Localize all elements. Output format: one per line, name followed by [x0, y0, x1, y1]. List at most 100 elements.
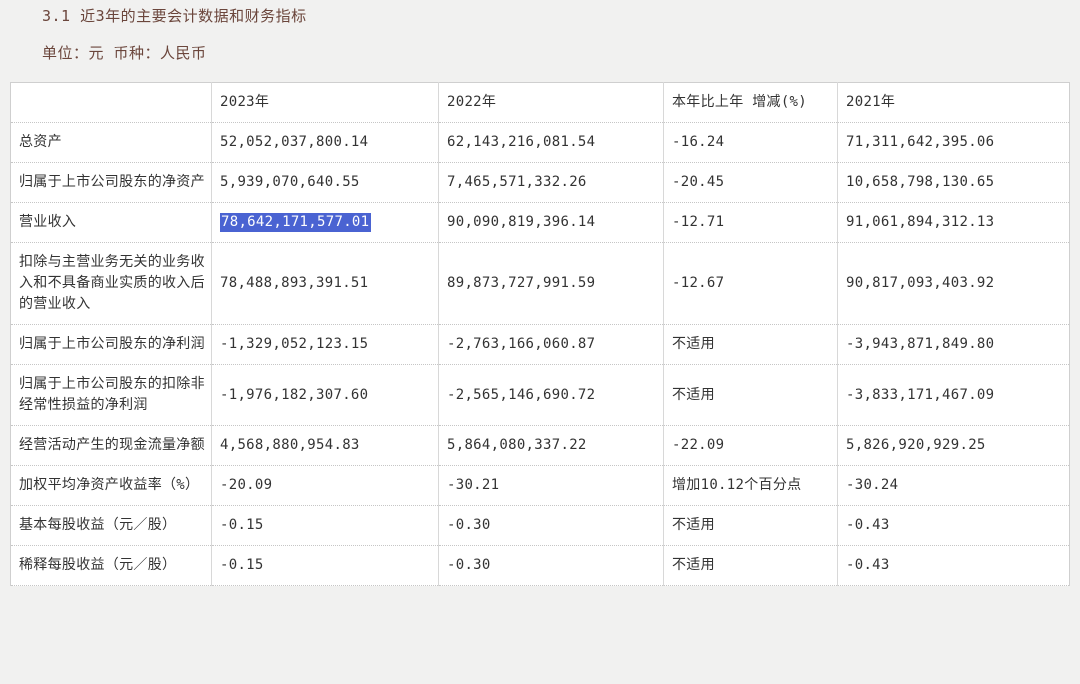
cell-text: -30.21 [447, 477, 499, 493]
cell-value: 增加10.12个百分点 [664, 466, 838, 506]
cell-value: 52,052,037,800.14 [212, 123, 439, 163]
row-label: 经营活动产生的现金流量净额 [11, 426, 212, 466]
cell-text: 5,864,080,337.22 [447, 437, 587, 453]
cell-value: -2,763,166,060.87 [439, 325, 664, 365]
cell-text: -0.43 [846, 557, 890, 573]
cell-text: -22.09 [672, 437, 724, 453]
financial-report-page: 3.1 近3年的主要会计数据和财务指标 单位：元 币种：人民币 2023年202… [0, 0, 1080, 684]
row-label: 总资产 [11, 123, 212, 163]
cell-text: -12.71 [672, 214, 724, 230]
row-label: 归属于上市公司股东的净资产 [11, 163, 212, 203]
cell-value: -3,943,871,849.80 [838, 325, 1070, 365]
header-col: 本年比上年 增减(%) [664, 83, 838, 123]
financial-indicators-table: 2023年2022年本年比上年 增减(%)2021年 总资产 52,052,037… [10, 82, 1070, 586]
cell-value: 71,311,642,395.06 [838, 123, 1070, 163]
cell-value: -22.09 [664, 426, 838, 466]
cell-text: -2,763,166,060.87 [447, 336, 595, 352]
table-row: 归属于上市公司股东的净资产 5,939,070,640.55 7,465,571,3… [11, 163, 1070, 203]
cell-value: 78,642,171,577.01 [212, 203, 439, 243]
cell-text: 增加10.12个百分点 [672, 477, 801, 493]
table-row: 归属于上市公司股东的扣除非经常性损益的净利润 -1,976,182,307.60 -… [11, 365, 1070, 426]
cell-text: -0.43 [846, 517, 890, 533]
cell-value: -20.45 [664, 163, 838, 203]
cell-text: -30.24 [846, 477, 898, 493]
row-label: 基本每股收益（元／股） [11, 506, 212, 546]
cell-value: -3,833,171,467.09 [838, 365, 1070, 426]
cell-text: -20.09 [220, 477, 272, 493]
cell-text: 71,311,642,395.06 [846, 134, 994, 150]
cell-value: 91,061,894,312.13 [838, 203, 1070, 243]
cell-value: 5,864,080,337.22 [439, 426, 664, 466]
cell-text: -3,833,171,467.09 [846, 387, 994, 403]
header-col: 2023年 [212, 83, 439, 123]
cell-text: -16.24 [672, 134, 724, 150]
table-row: 扣除与主营业务无关的业务收入和不具备商业实质的收入后的营业收入 78,488,89… [11, 243, 1070, 325]
table-row: 归属于上市公司股东的净利润-1,329,052,123.15-2,763,166… [11, 325, 1070, 365]
cell-value: 不适用 [664, 546, 838, 586]
row-label: 营业收入 [11, 203, 212, 243]
cell-value: -1,329,052,123.15 [212, 325, 439, 365]
row-label: 加权平均净资产收益率（%） [11, 466, 212, 506]
header-indicator-blank [11, 83, 212, 123]
cell-text: -0.30 [447, 557, 491, 573]
cell-value: 78,488,893,391.51 [212, 243, 439, 325]
table-row: 基本每股收益（元／股）-0.15 -0.30 不适用 -0.43 [11, 506, 1070, 546]
cell-value: -0.15 [212, 546, 439, 586]
cell-text: 7,465,571,332.26 [447, 174, 587, 190]
cell-text: 90,817,093,403.92 [846, 275, 994, 291]
cell-value: 90,090,819,396.14 [439, 203, 664, 243]
cell-text: 5,939,070,640.55 [220, 174, 360, 190]
row-label: 稀释每股收益（元／股） [11, 546, 212, 586]
row-label: 扣除与主营业务无关的业务收入和不具备商业实质的收入后的营业收入 [11, 243, 212, 325]
cell-text: -1,329,052,123.15 [220, 336, 368, 352]
cell-text: 不适用 [672, 387, 715, 403]
cell-value: -30.21 [439, 466, 664, 506]
cell-text: 5,826,920,929.25 [846, 437, 986, 453]
cell-value: 89,873,727,991.59 [439, 243, 664, 325]
row-label: 归属于上市公司股东的扣除非经常性损益的净利润 [11, 365, 212, 426]
cell-value: -1,976,182,307.60 [212, 365, 439, 426]
cell-text: -12.67 [672, 275, 724, 291]
cell-value: 7,465,571,332.26 [439, 163, 664, 203]
unit-currency-line: 单位：元 币种：人民币 [42, 43, 207, 63]
cell-text: 89,873,727,991.59 [447, 275, 595, 291]
cell-text: -2,565,146,690.72 [447, 387, 595, 403]
cell-value: -0.43 [838, 506, 1070, 546]
cell-value: -0.15 [212, 506, 439, 546]
cell-text: -1,976,182,307.60 [220, 387, 368, 403]
header-col: 2021年 [838, 83, 1070, 123]
table-header-row: 2023年2022年本年比上年 增减(%)2021年 [11, 83, 1070, 123]
cell-text: -20.45 [672, 174, 724, 190]
cell-value: 4,568,880,954.83 [212, 426, 439, 466]
section-title: 3.1 近3年的主要会计数据和财务指标 [42, 6, 307, 26]
cell-value: -0.30 [439, 506, 664, 546]
cell-text: 62,143,216,081.54 [447, 134, 595, 150]
cell-text: 52,052,037,800.14 [220, 134, 368, 150]
selected-text: 78,642,171,577.01 [220, 213, 371, 232]
cell-text: 78,488,893,391.51 [220, 275, 368, 291]
cell-text: -3,943,871,849.80 [846, 336, 994, 352]
cell-text: 不适用 [672, 557, 715, 573]
table-row: 稀释每股收益（元／股） -0.15 -0.30 不适用 -0.43 [11, 546, 1070, 586]
cell-value: 10,658,798,130.65 [838, 163, 1070, 203]
table-row: 经营活动产生的现金流量净额 4,568,880,954.83 5,864,080,3… [11, 426, 1070, 466]
cell-text: -0.30 [447, 517, 491, 533]
cell-value: -12.71 [664, 203, 838, 243]
cell-value: -30.24 [838, 466, 1070, 506]
cell-text: 91,061,894,312.13 [846, 214, 994, 230]
cell-value: -0.43 [838, 546, 1070, 586]
cell-text: 10,658,798,130.65 [846, 174, 994, 190]
cell-value: -16.24 [664, 123, 838, 163]
table-row: 加权平均净资产收益率（%） -20.09 -30.21 增加10.12个百分点 -30.… [11, 466, 1070, 506]
cell-text: -0.15 [220, 557, 264, 573]
cell-value: 不适用 [664, 365, 838, 426]
cell-value: 5,939,070,640.55 [212, 163, 439, 203]
cell-value: 5,826,920,929.25 [838, 426, 1070, 466]
cell-value: 62,143,216,081.54 [439, 123, 664, 163]
cell-value: -12.67 [664, 243, 838, 325]
table-body: 总资产 52,052,037,800.14 62,143,216,081.54 -16… [11, 123, 1070, 586]
cell-text: 4,568,880,954.83 [220, 437, 360, 453]
cell-value: -2,565,146,690.72 [439, 365, 664, 426]
cell-value: -20.09 [212, 466, 439, 506]
cell-text: 不适用 [672, 517, 715, 533]
